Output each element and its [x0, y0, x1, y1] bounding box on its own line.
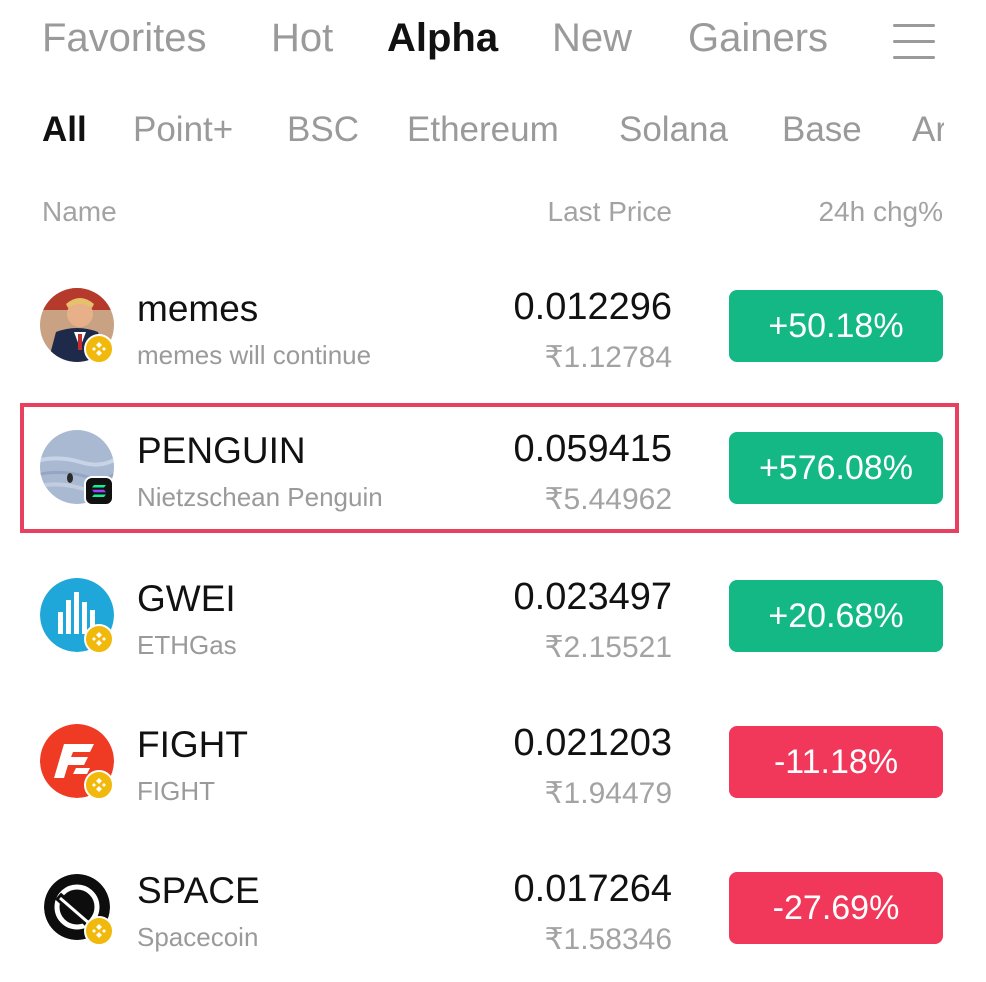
fiat-price: ₹2.15521 [544, 631, 672, 664]
token-name: Nietzschean Penguin [137, 482, 383, 512]
fiat-price: ₹5.44962 [544, 483, 672, 516]
token-row-gwei[interactable]: GWEI ETHGas 0.023497 ₹2.15521 +20.68% [0, 552, 986, 682]
chain-tab-ethereum[interactable]: Ethereum [407, 110, 559, 150]
tab-gainers[interactable]: Gainers [688, 16, 828, 61]
token-name: memes will continue [137, 340, 372, 370]
token-name: Spacecoin [137, 922, 259, 952]
chain-tab-base[interactable]: Base [782, 110, 862, 150]
change-badge[interactable]: +576.08% [729, 432, 943, 504]
last-price: 0.021203 [513, 722, 673, 764]
token-name: ETHGas [137, 630, 237, 660]
bnb-icon [84, 916, 114, 946]
token-symbol: PENGUIN [137, 430, 306, 471]
chain-tab-solana[interactable]: Solana [619, 110, 728, 150]
chain-tab-point-plus[interactable]: Point+ [133, 110, 233, 150]
tab-favorites[interactable]: Favorites [42, 16, 207, 61]
fiat-price: ₹1.58346 [544, 923, 672, 956]
chain-tab-all[interactable]: All [42, 110, 87, 150]
token-symbol: SPACE [137, 870, 260, 911]
tab-new[interactable]: New [552, 16, 632, 61]
fiat-price: ₹1.94479 [544, 777, 672, 810]
chain-tab-bsc[interactable]: BSC [287, 110, 359, 150]
last-price: 0.017264 [513, 868, 673, 910]
fiat-price: ₹1.12784 [544, 341, 672, 374]
last-price: 0.059415 [513, 428, 673, 470]
last-price: 0.012296 [513, 286, 673, 328]
last-price: 0.023497 [513, 576, 673, 618]
chain-tab-arbitrum[interactable]: Ar [912, 110, 944, 150]
change-badge[interactable]: +20.68% [729, 580, 943, 652]
token-row-space[interactable]: SPACE Spacecoin 0.017264 ₹1.58346 -27.69… [0, 844, 986, 974]
bnb-icon [84, 334, 114, 364]
tab-hot[interactable]: Hot [271, 16, 333, 61]
column-header-name[interactable]: Name [42, 196, 117, 228]
token-symbol: FIGHT [137, 724, 248, 765]
tab-alpha[interactable]: Alpha [387, 16, 498, 61]
chain-filter-tabs: All Point+ BSC Ethereum Solana Base Ar [0, 104, 944, 164]
token-symbol: GWEI [137, 578, 236, 619]
column-header-24h-change[interactable]: 24h chg% [818, 196, 943, 228]
bnb-icon [84, 624, 114, 654]
token-row-memes[interactable]: memes memes will continue 0.012296 ₹1.12… [0, 262, 986, 392]
change-badge[interactable]: +50.18% [729, 290, 943, 362]
change-badge[interactable]: -27.69% [729, 872, 943, 944]
bnb-icon [84, 770, 114, 800]
token-row-fight[interactable]: FIGHT FIGHT 0.021203 ₹1.94479 -11.18% [0, 698, 986, 828]
change-badge[interactable]: -11.18% [729, 726, 943, 798]
menu-icon[interactable] [893, 24, 937, 60]
token-row-penguin[interactable]: PENGUIN Nietzschean Penguin 0.059415 ₹5.… [0, 403, 986, 534]
token-name: FIGHT [137, 776, 215, 806]
solana-icon [84, 476, 114, 506]
column-header-last-price[interactable]: Last Price [548, 196, 673, 228]
token-symbol: memes [137, 288, 259, 329]
market-tabs: Favorites Hot Alpha New Gainers [0, 0, 986, 84]
